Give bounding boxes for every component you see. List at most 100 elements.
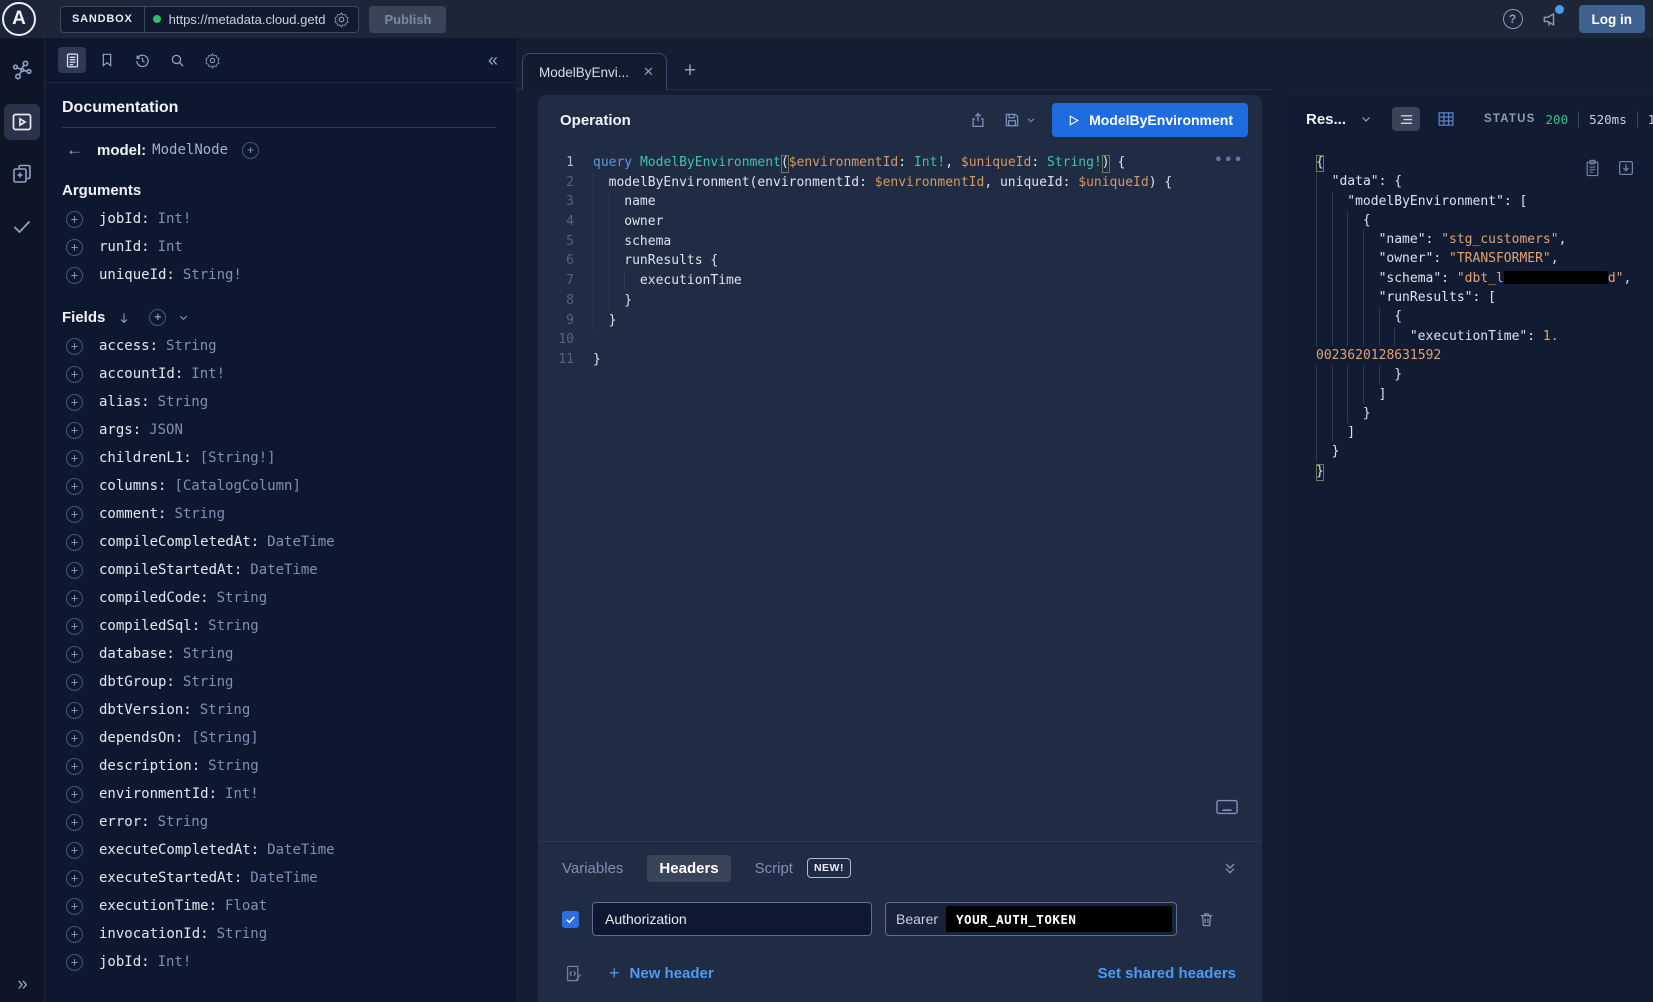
code-line[interactable]: 4owner (538, 212, 1262, 232)
collapse-bottom-panel-icon[interactable] (1222, 860, 1238, 876)
field-type[interactable]: String (166, 338, 217, 354)
field-type[interactable]: JSON (149, 422, 183, 438)
sort-fields-icon[interactable] (117, 311, 131, 325)
add-field-button[interactable]: + (66, 590, 83, 607)
explorer-settings-gear-icon[interactable] (198, 47, 226, 73)
field-row[interactable]: +dbtGroup:String (62, 668, 496, 696)
back-arrow-icon[interactable]: ← (66, 140, 83, 160)
field-type[interactable]: String (200, 702, 251, 718)
field-type[interactable]: Int! (191, 366, 225, 382)
field-row[interactable]: +executionTime:Float (62, 892, 496, 920)
expand-rail-icon[interactable]: » (0, 974, 45, 996)
field-type[interactable]: String (174, 506, 225, 522)
run-operation-button[interactable]: ModelByEnvironment (1052, 103, 1248, 137)
tab-variables[interactable]: Variables (562, 860, 623, 877)
save-menu-chevron-icon[interactable] (1026, 115, 1036, 125)
publish-button[interactable]: Publish (369, 6, 446, 33)
add-field-button[interactable]: + (66, 422, 83, 439)
graphql-editor[interactable]: 1query ModelByEnvironment($environmentId… (538, 145, 1262, 841)
breadcrumb-type[interactable]: ModelNode (152, 142, 228, 158)
save-icon[interactable] (1003, 111, 1021, 129)
argument-row[interactable]: +uniqueId:String! (62, 261, 496, 289)
field-row[interactable]: +compiledSql:String (62, 612, 496, 640)
field-row[interactable]: +invocationId:String (62, 920, 496, 948)
field-row[interactable]: +args:JSON (62, 416, 496, 444)
explorer-icon[interactable] (4, 104, 40, 140)
code-line[interactable]: 1query ModelByEnvironment($environmentId… (538, 153, 1262, 173)
keyboard-shortcuts-icon[interactable] (1216, 799, 1238, 815)
field-type[interactable]: String (208, 758, 259, 774)
operation-tab[interactable]: ModelByEnvi... ✕ (522, 53, 667, 90)
argument-row[interactable]: +jobId:Int! (62, 205, 496, 233)
save-operation-group[interactable] (1003, 111, 1036, 129)
field-type[interactable]: [String!] (200, 450, 276, 466)
field-row[interactable]: +executeCompletedAt:DateTime (62, 836, 496, 864)
field-row[interactable]: +database:String (62, 640, 496, 668)
field-row[interactable]: +comment:String (62, 500, 496, 528)
table-view-toggle-icon[interactable] (1432, 107, 1460, 131)
add-field-button[interactable]: + (66, 366, 83, 383)
field-type[interactable]: DateTime (267, 842, 334, 858)
add-field-button[interactable]: + (66, 926, 83, 943)
add-field-button[interactable]: + (66, 954, 83, 971)
set-shared-headers-link[interactable]: Set shared headers (1098, 965, 1236, 982)
code-line[interactable]: 3name (538, 192, 1262, 212)
delete-header-trash-icon[interactable] (1198, 911, 1215, 928)
checklist-icon[interactable] (4, 208, 40, 244)
field-type[interactable]: String (217, 926, 268, 942)
field-row[interactable]: +access:String (62, 332, 496, 360)
field-row[interactable]: +jobId:Int! (62, 948, 496, 976)
field-row[interactable]: +error:String (62, 808, 496, 836)
field-row[interactable]: +alias:String (62, 388, 496, 416)
new-header-button[interactable]: + New header (609, 963, 714, 984)
auth-token-value[interactable]: YOUR_AUTH_TOKEN (946, 906, 1172, 932)
editor-more-options-button[interactable]: ••• (1215, 153, 1244, 168)
add-field-button[interactable]: + (66, 758, 83, 775)
login-button[interactable]: Log in (1579, 5, 1646, 33)
add-field-button[interactable]: + (66, 450, 83, 467)
schema-graph-icon[interactable] (4, 52, 40, 88)
code-line[interactable]: 9} (538, 311, 1262, 331)
field-type[interactable]: Int! (225, 786, 259, 802)
add-field-button[interactable]: + (66, 394, 83, 411)
code-line[interactable]: 8} (538, 291, 1262, 311)
header-name-input[interactable] (592, 902, 872, 936)
field-row[interactable]: +environmentId:Int! (62, 780, 496, 808)
field-row[interactable]: +dbtVersion:String (62, 696, 496, 724)
field-type[interactable]: DateTime (250, 562, 317, 578)
argument-row[interactable]: +runId:Int (62, 233, 496, 261)
argument-type[interactable]: String! (183, 267, 242, 283)
add-field-button[interactable]: + (66, 842, 83, 859)
field-type[interactable]: DateTime (250, 870, 317, 886)
field-type[interactable]: String (183, 646, 234, 662)
collections-icon[interactable] (4, 156, 40, 192)
field-row[interactable]: +columns:[CatalogColumn] (62, 472, 496, 500)
field-row[interactable]: +executeStartedAt:DateTime (62, 864, 496, 892)
endpoint-settings-gear-icon[interactable] (333, 11, 350, 28)
add-field-button[interactable]: + (66, 814, 83, 831)
search-icon[interactable] (163, 47, 191, 73)
add-type-button[interactable]: + (242, 142, 259, 159)
field-type[interactable]: [CatalogColumn] (174, 478, 300, 494)
field-type[interactable]: String (158, 394, 209, 410)
add-field-button[interactable]: + (66, 534, 83, 551)
code-line[interactable]: 7executionTime (538, 271, 1262, 291)
field-type[interactable]: String (217, 590, 268, 606)
endpoint-url-input[interactable]: https://metadata.cloud.getd (169, 12, 326, 27)
add-field-button[interactable]: + (66, 870, 83, 887)
code-line[interactable]: 5schema (538, 232, 1262, 252)
field-row[interactable]: +dependsOn:[String] (62, 724, 496, 752)
add-argument-button[interactable]: + (66, 239, 83, 256)
code-line[interactable]: 10 (538, 330, 1262, 350)
history-icon[interactable] (128, 47, 156, 73)
add-field-button[interactable]: + (66, 898, 83, 915)
header-enabled-checkbox[interactable] (562, 911, 579, 928)
environment-variables-icon[interactable] (564, 964, 583, 983)
collapse-docs-panel-icon[interactable]: « (488, 50, 498, 71)
tab-script[interactable]: Script (755, 860, 793, 877)
code-line[interactable]: 2modelByEnvironment(environmentId: $envi… (538, 173, 1262, 193)
field-type[interactable]: [String] (191, 730, 258, 746)
add-argument-button[interactable]: + (66, 267, 83, 284)
field-row[interactable]: +accountId:Int! (62, 360, 496, 388)
copy-response-icon[interactable] (1584, 159, 1601, 178)
